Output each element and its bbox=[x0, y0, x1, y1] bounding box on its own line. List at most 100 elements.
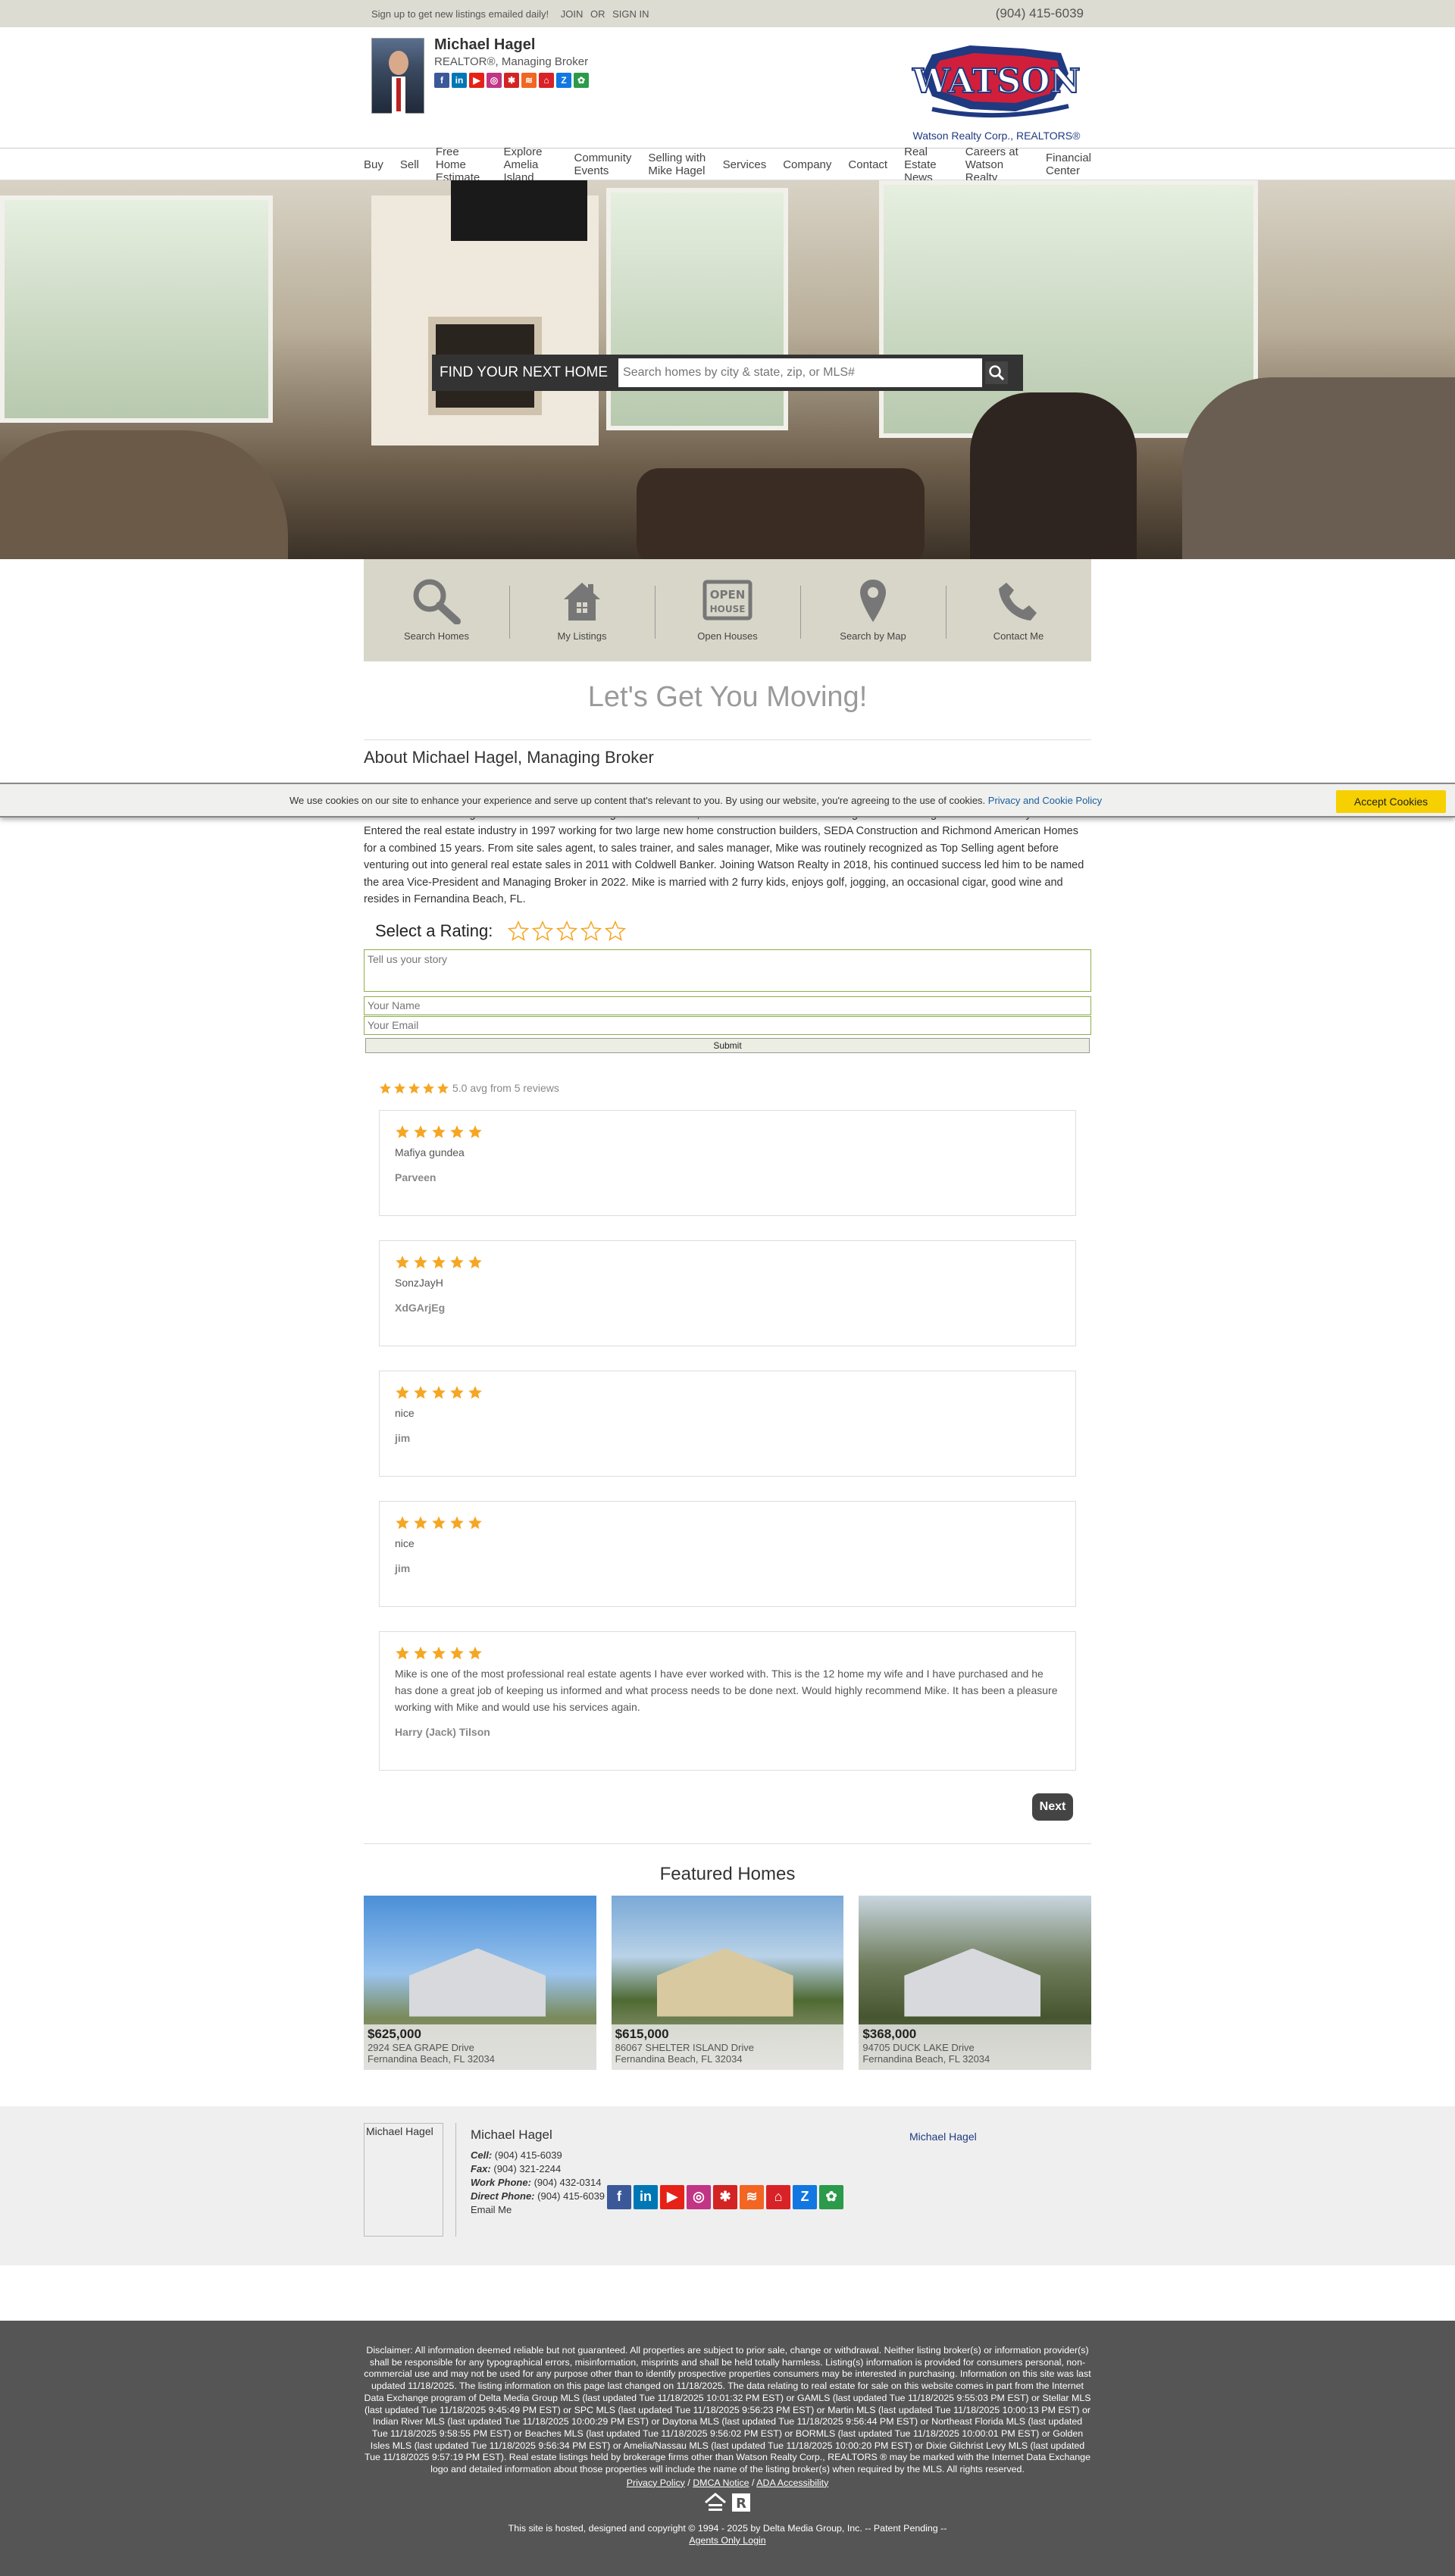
linkedin-icon[interactable]: in bbox=[452, 73, 467, 88]
star-filled-icon bbox=[396, 1255, 409, 1268]
ada-link[interactable]: ADA Accessibility bbox=[756, 2478, 828, 2488]
footer-agent-name: Michael Hagel bbox=[471, 2127, 552, 2142]
review-text: Mafiya gundea bbox=[395, 1146, 465, 1158]
nav-item[interactable]: Explore Amelia Island bbox=[504, 145, 558, 184]
review-text: nice bbox=[395, 1406, 415, 1419]
email-input[interactable] bbox=[364, 1015, 1091, 1035]
star-filled-icon bbox=[414, 1385, 427, 1399]
realtor-r-icon: R bbox=[732, 2493, 750, 2512]
zillow-icon[interactable]: Z bbox=[556, 73, 571, 88]
nav-item[interactable]: Selling with Mike Hagel bbox=[648, 152, 706, 177]
instagram-icon[interactable]: ◎ bbox=[687, 2184, 711, 2209]
instagram-icon[interactable]: ◎ bbox=[487, 73, 502, 88]
review-author: XdGArjEg bbox=[395, 1301, 446, 1314]
rating-select: Select a Rating: bbox=[375, 920, 1091, 942]
cell-label: Cell: bbox=[471, 2149, 493, 2161]
accept-cookies-button[interactable]: Accept Cookies bbox=[1336, 790, 1446, 813]
quick-search-map[interactable]: Search by Map bbox=[800, 559, 946, 661]
nav-item[interactable]: Careers at Watson Realty bbox=[965, 145, 1029, 184]
quick-open-houses[interactable]: OPEN HOUSE Open Houses bbox=[655, 559, 800, 661]
link-separator: / bbox=[752, 2477, 755, 2488]
privacy-link[interactable]: Privacy Policy bbox=[627, 2478, 685, 2488]
featured-home-card[interactable]: $615,000 86067 SHELTER ISLAND Drive Fernan… bbox=[611, 1895, 844, 2070]
paw-icon[interactable]: ✿ bbox=[819, 2184, 843, 2209]
home-price: $368,000 bbox=[862, 2026, 917, 2041]
featured-home-card[interactable]: $625,000 2924 SEA GRAPE Drive Fernandina B… bbox=[364, 1895, 596, 2070]
agent-photo bbox=[371, 38, 424, 114]
star-filled-icon bbox=[450, 1515, 464, 1529]
nav-item[interactable]: Community Events bbox=[574, 152, 632, 177]
rss-icon[interactable]: ≋ bbox=[740, 2184, 764, 2209]
star-empty-icon[interactable] bbox=[580, 920, 602, 942]
star-filled-icon bbox=[437, 1082, 449, 1093]
featured-home-card[interactable]: $368,000 94705 DUCK LAKE Drive Fernandina … bbox=[859, 1895, 1092, 2070]
facebook-icon[interactable]: f bbox=[434, 73, 449, 88]
star-empty-icon[interactable] bbox=[532, 920, 554, 942]
review-stars bbox=[395, 1646, 1060, 1661]
home-photo bbox=[904, 1948, 1041, 2017]
star-filled-icon bbox=[414, 1124, 427, 1138]
quick-contact-me[interactable]: Contact Me bbox=[946, 559, 1091, 661]
disclaimer-text: Disclaimer: All information deemed relia… bbox=[364, 2345, 1091, 2475]
home-photo bbox=[409, 1948, 546, 2017]
join-link[interactable]: JOIN bbox=[561, 8, 584, 20]
hosted-text: This site is hosted, designed and copyri… bbox=[508, 2522, 947, 2534]
star-filled-icon bbox=[423, 1082, 434, 1093]
zillow-icon[interactable]: Z bbox=[793, 2184, 817, 2209]
rss-icon[interactable]: ≋ bbox=[521, 73, 537, 88]
quick-label: Contact Me bbox=[993, 630, 1044, 642]
name-input[interactable] bbox=[364, 996, 1091, 1015]
linkedin-icon[interactable]: in bbox=[634, 2184, 658, 2209]
review-card: Mafiya gundea Parveen bbox=[379, 1109, 1076, 1216]
cell-number[interactable]: (904) 415-6039 bbox=[495, 2149, 562, 2161]
work-number[interactable]: (904) 432-0314 bbox=[534, 2177, 602, 2188]
dmca-link[interactable]: DMCA Notice bbox=[693, 2478, 749, 2488]
star-filled-icon bbox=[414, 1646, 427, 1659]
search-icon bbox=[989, 365, 1005, 381]
youtube-icon[interactable]: ▶ bbox=[660, 2184, 684, 2209]
review-card: nice jim bbox=[379, 1500, 1076, 1607]
signin-link[interactable]: SIGN IN bbox=[612, 8, 649, 20]
quick-my-listings[interactable]: My Listings bbox=[509, 559, 655, 661]
nav-item[interactable]: Buy bbox=[364, 158, 383, 171]
star-empty-icon[interactable] bbox=[508, 920, 530, 942]
realtor-icon[interactable]: ⌂ bbox=[539, 73, 554, 88]
direct-number[interactable]: (904) 415-6039 bbox=[537, 2190, 605, 2202]
quick-search-homes[interactable]: Search Homes bbox=[364, 559, 509, 661]
home-search: FIND YOUR NEXT HOME bbox=[432, 355, 1012, 391]
reviews-summary: 5.0 avg from 5 reviews bbox=[379, 1082, 1091, 1095]
review-stars bbox=[395, 1515, 1060, 1530]
nav-item[interactable]: Company bbox=[783, 158, 831, 171]
nav-item[interactable]: Real Estate News bbox=[904, 145, 949, 184]
review-stars bbox=[395, 1124, 1060, 1140]
story-input[interactable] bbox=[364, 949, 1091, 992]
email-link[interactable]: Email Me bbox=[471, 2203, 605, 2217]
nav-item[interactable]: Services bbox=[723, 158, 767, 171]
search-label: FIND YOUR NEXT HOME bbox=[432, 355, 621, 391]
nav-item[interactable]: Financial Center bbox=[1046, 152, 1091, 177]
star-empty-icon[interactable] bbox=[556, 920, 578, 942]
paw-icon[interactable]: ✿ bbox=[574, 73, 589, 88]
realtor-icon[interactable]: ⌂ bbox=[766, 2184, 790, 2209]
agents-login-link[interactable]: Agents Only Login bbox=[0, 2535, 1455, 2546]
next-button[interactable]: Next bbox=[1032, 1793, 1073, 1821]
yelp-icon[interactable]: ✱ bbox=[713, 2184, 737, 2209]
search-input[interactable] bbox=[618, 358, 983, 387]
nav-item[interactable]: Free Home Estimate bbox=[436, 145, 487, 184]
search-button[interactable] bbox=[982, 358, 1012, 387]
phone-icon bbox=[999, 583, 1037, 621]
nav-item[interactable]: Contact bbox=[848, 158, 887, 171]
nav-item[interactable]: Sell bbox=[400, 158, 419, 171]
facebook-icon[interactable]: f bbox=[607, 2184, 631, 2209]
footer-logo[interactable]: Michael Hagel bbox=[909, 2131, 977, 2143]
direct-label: Direct Phone: bbox=[471, 2190, 535, 2202]
watson-logo[interactable]: WATSON Watson Realty Corp., REALTORS® bbox=[909, 39, 1084, 144]
phone-number[interactable]: (904) 415-6039 bbox=[996, 6, 1084, 21]
submit-button[interactable]: Submit bbox=[365, 1037, 1090, 1053]
cookie-policy-link[interactable]: Privacy and Cookie Policy bbox=[988, 795, 1102, 806]
youtube-icon[interactable]: ▶ bbox=[469, 73, 484, 88]
yelp-icon[interactable]: ✱ bbox=[504, 73, 519, 88]
review-author: jim bbox=[395, 1431, 411, 1444]
star-empty-icon[interactable] bbox=[605, 920, 627, 942]
home-city: Fernandina Beach, FL 32034 bbox=[862, 2052, 990, 2065]
